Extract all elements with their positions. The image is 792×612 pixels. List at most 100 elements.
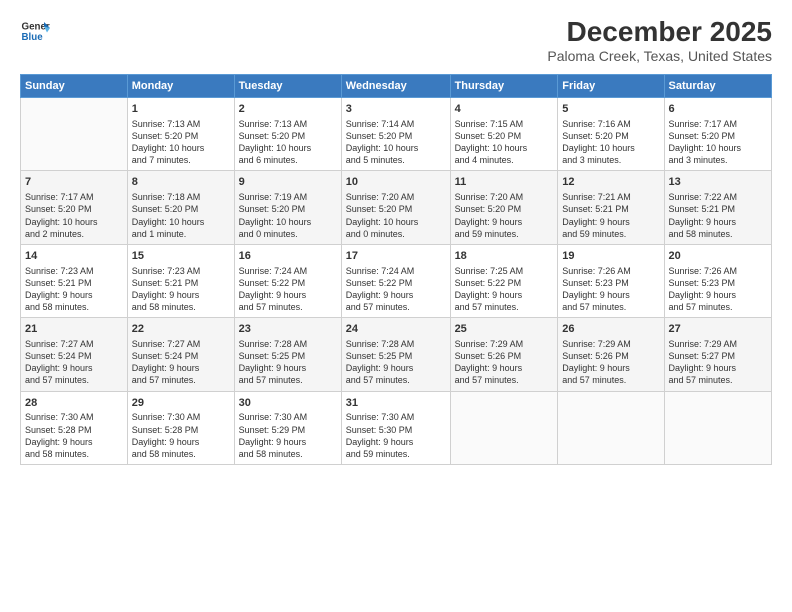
day-number: 6 <box>669 102 767 117</box>
calendar-cell: 20Sunrise: 7:26 AM Sunset: 5:23 PM Dayli… <box>664 244 771 317</box>
calendar-cell: 19Sunrise: 7:26 AM Sunset: 5:23 PM Dayli… <box>558 244 664 317</box>
calendar-cell: 7Sunrise: 7:17 AM Sunset: 5:20 PM Daylig… <box>21 171 128 244</box>
calendar-body: 1Sunrise: 7:13 AM Sunset: 5:20 PM Daylig… <box>21 98 772 465</box>
day-info: Sunrise: 7:30 AM Sunset: 5:30 PM Dayligh… <box>346 411 446 460</box>
calendar-cell: 27Sunrise: 7:29 AM Sunset: 5:27 PM Dayli… <box>664 318 771 391</box>
day-info: Sunrise: 7:26 AM Sunset: 5:23 PM Dayligh… <box>669 265 767 314</box>
logo: General Blue <box>20 16 50 46</box>
day-number: 18 <box>455 249 554 264</box>
day-info: Sunrise: 7:16 AM Sunset: 5:20 PM Dayligh… <box>562 118 659 167</box>
day-info: Sunrise: 7:24 AM Sunset: 5:22 PM Dayligh… <box>239 265 337 314</box>
day-number: 11 <box>455 175 554 190</box>
calendar-cell: 9Sunrise: 7:19 AM Sunset: 5:20 PM Daylig… <box>234 171 341 244</box>
day-number: 5 <box>562 102 659 117</box>
calendar-cell: 6Sunrise: 7:17 AM Sunset: 5:20 PM Daylig… <box>664 98 771 171</box>
day-number: 17 <box>346 249 446 264</box>
calendar-cell: 17Sunrise: 7:24 AM Sunset: 5:22 PM Dayli… <box>341 244 450 317</box>
day-info: Sunrise: 7:20 AM Sunset: 5:20 PM Dayligh… <box>346 191 446 240</box>
day-number: 7 <box>25 175 123 190</box>
day-info: Sunrise: 7:23 AM Sunset: 5:21 PM Dayligh… <box>25 265 123 314</box>
day-number: 27 <box>669 322 767 337</box>
day-info: Sunrise: 7:17 AM Sunset: 5:20 PM Dayligh… <box>669 118 767 167</box>
calendar-cell: 31Sunrise: 7:30 AM Sunset: 5:30 PM Dayli… <box>341 391 450 464</box>
calendar-cell <box>664 391 771 464</box>
day-info: Sunrise: 7:29 AM Sunset: 5:27 PM Dayligh… <box>669 338 767 387</box>
subtitle: Paloma Creek, Texas, United States <box>547 48 772 64</box>
calendar-cell: 11Sunrise: 7:20 AM Sunset: 5:20 PM Dayli… <box>450 171 558 244</box>
col-monday: Monday <box>127 75 234 98</box>
day-info: Sunrise: 7:23 AM Sunset: 5:21 PM Dayligh… <box>132 265 230 314</box>
day-info: Sunrise: 7:21 AM Sunset: 5:21 PM Dayligh… <box>562 191 659 240</box>
day-number: 30 <box>239 396 337 411</box>
week-row-5: 28Sunrise: 7:30 AM Sunset: 5:28 PM Dayli… <box>21 391 772 464</box>
title-block: December 2025 Paloma Creek, Texas, Unite… <box>547 16 772 64</box>
calendar-cell: 29Sunrise: 7:30 AM Sunset: 5:28 PM Dayli… <box>127 391 234 464</box>
day-number: 3 <box>346 102 446 117</box>
day-number: 29 <box>132 396 230 411</box>
calendar-cell: 30Sunrise: 7:30 AM Sunset: 5:29 PM Dayli… <box>234 391 341 464</box>
day-info: Sunrise: 7:20 AM Sunset: 5:20 PM Dayligh… <box>455 191 554 240</box>
day-info: Sunrise: 7:17 AM Sunset: 5:20 PM Dayligh… <box>25 191 123 240</box>
calendar-cell: 3Sunrise: 7:14 AM Sunset: 5:20 PM Daylig… <box>341 98 450 171</box>
calendar-cell: 1Sunrise: 7:13 AM Sunset: 5:20 PM Daylig… <box>127 98 234 171</box>
day-info: Sunrise: 7:14 AM Sunset: 5:20 PM Dayligh… <box>346 118 446 167</box>
day-number: 12 <box>562 175 659 190</box>
day-number: 15 <box>132 249 230 264</box>
calendar-cell: 16Sunrise: 7:24 AM Sunset: 5:22 PM Dayli… <box>234 244 341 317</box>
day-info: Sunrise: 7:30 AM Sunset: 5:28 PM Dayligh… <box>25 411 123 460</box>
day-info: Sunrise: 7:13 AM Sunset: 5:20 PM Dayligh… <box>239 118 337 167</box>
calendar-cell: 5Sunrise: 7:16 AM Sunset: 5:20 PM Daylig… <box>558 98 664 171</box>
week-row-1: 1Sunrise: 7:13 AM Sunset: 5:20 PM Daylig… <box>21 98 772 171</box>
header: General Blue December 2025 Paloma Creek,… <box>20 16 772 64</box>
day-number: 23 <box>239 322 337 337</box>
svg-text:Blue: Blue <box>22 32 44 43</box>
calendar-cell: 26Sunrise: 7:29 AM Sunset: 5:26 PM Dayli… <box>558 318 664 391</box>
calendar-cell: 21Sunrise: 7:27 AM Sunset: 5:24 PM Dayli… <box>21 318 128 391</box>
calendar-cell: 12Sunrise: 7:21 AM Sunset: 5:21 PM Dayli… <box>558 171 664 244</box>
day-info: Sunrise: 7:25 AM Sunset: 5:22 PM Dayligh… <box>455 265 554 314</box>
day-number: 21 <box>25 322 123 337</box>
day-info: Sunrise: 7:27 AM Sunset: 5:24 PM Dayligh… <box>25 338 123 387</box>
col-sunday: Sunday <box>21 75 128 98</box>
day-number: 13 <box>669 175 767 190</box>
calendar-cell: 25Sunrise: 7:29 AM Sunset: 5:26 PM Dayli… <box>450 318 558 391</box>
day-info: Sunrise: 7:22 AM Sunset: 5:21 PM Dayligh… <box>669 191 767 240</box>
calendar-cell: 4Sunrise: 7:15 AM Sunset: 5:20 PM Daylig… <box>450 98 558 171</box>
calendar-cell: 23Sunrise: 7:28 AM Sunset: 5:25 PM Dayli… <box>234 318 341 391</box>
calendar-cell: 24Sunrise: 7:28 AM Sunset: 5:25 PM Dayli… <box>341 318 450 391</box>
day-number: 31 <box>346 396 446 411</box>
col-thursday: Thursday <box>450 75 558 98</box>
page: General Blue December 2025 Paloma Creek,… <box>0 0 792 612</box>
day-number: 24 <box>346 322 446 337</box>
day-info: Sunrise: 7:27 AM Sunset: 5:24 PM Dayligh… <box>132 338 230 387</box>
day-number: 25 <box>455 322 554 337</box>
calendar-cell <box>450 391 558 464</box>
logo-icon: General Blue <box>20 16 50 46</box>
day-number: 22 <box>132 322 230 337</box>
calendar-cell: 14Sunrise: 7:23 AM Sunset: 5:21 PM Dayli… <box>21 244 128 317</box>
day-number: 26 <box>562 322 659 337</box>
day-number: 28 <box>25 396 123 411</box>
day-number: 16 <box>239 249 337 264</box>
day-number: 2 <box>239 102 337 117</box>
day-info: Sunrise: 7:15 AM Sunset: 5:20 PM Dayligh… <box>455 118 554 167</box>
calendar-table: Sunday Monday Tuesday Wednesday Thursday… <box>20 74 772 465</box>
col-saturday: Saturday <box>664 75 771 98</box>
calendar-cell <box>21 98 128 171</box>
day-number: 14 <box>25 249 123 264</box>
col-tuesday: Tuesday <box>234 75 341 98</box>
week-row-3: 14Sunrise: 7:23 AM Sunset: 5:21 PM Dayli… <box>21 244 772 317</box>
calendar-cell: 28Sunrise: 7:30 AM Sunset: 5:28 PM Dayli… <box>21 391 128 464</box>
calendar-cell: 8Sunrise: 7:18 AM Sunset: 5:20 PM Daylig… <box>127 171 234 244</box>
calendar-cell <box>558 391 664 464</box>
day-number: 8 <box>132 175 230 190</box>
day-info: Sunrise: 7:19 AM Sunset: 5:20 PM Dayligh… <box>239 191 337 240</box>
calendar-cell: 22Sunrise: 7:27 AM Sunset: 5:24 PM Dayli… <box>127 318 234 391</box>
day-number: 9 <box>239 175 337 190</box>
day-info: Sunrise: 7:28 AM Sunset: 5:25 PM Dayligh… <box>346 338 446 387</box>
day-info: Sunrise: 7:24 AM Sunset: 5:22 PM Dayligh… <box>346 265 446 314</box>
main-title: December 2025 <box>547 16 772 48</box>
day-number: 10 <box>346 175 446 190</box>
header-row: Sunday Monday Tuesday Wednesday Thursday… <box>21 75 772 98</box>
day-number: 19 <box>562 249 659 264</box>
